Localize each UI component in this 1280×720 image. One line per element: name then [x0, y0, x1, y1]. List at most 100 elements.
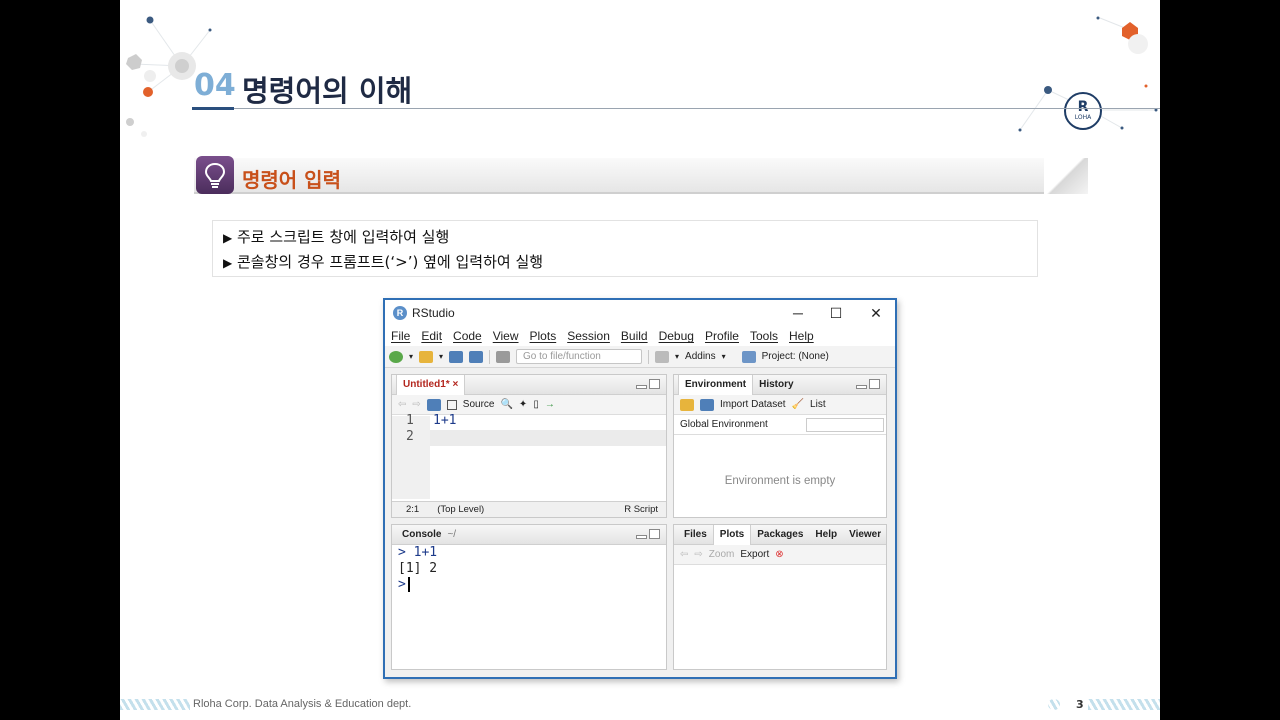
- bullet-item: ▶ 주로 스크립트 창에 입력하여 실행: [223, 225, 1027, 250]
- addins-button[interactable]: Addins: [685, 351, 716, 362]
- global-environment-selector[interactable]: Global Environment: [680, 419, 768, 430]
- environment-scope-bar: Global Environment: [674, 415, 886, 435]
- title-divider: [192, 108, 1160, 109]
- minimize-icon[interactable]: ─: [789, 304, 807, 322]
- lightbulb-icon: [196, 156, 234, 194]
- maximize-icon[interactable]: ☐: [827, 304, 845, 322]
- rstudio-icon: R: [393, 306, 407, 320]
- search-icon[interactable]: 🔍: [500, 399, 512, 410]
- import-dataset-button[interactable]: Import Dataset: [720, 399, 786, 410]
- pane-controls[interactable]: [636, 379, 660, 389]
- export-button[interactable]: Export: [740, 549, 769, 560]
- pane-controls[interactable]: [636, 529, 660, 539]
- scope-selector[interactable]: (Top Level): [437, 504, 484, 515]
- list-view-button[interactable]: List: [810, 399, 826, 410]
- tab-environment[interactable]: Environment: [678, 374, 754, 395]
- bullet-box: ▶ 주로 스크립트 창에 입력하여 실행 ▶ 콘솔창의 경우 프롬프트(‘>’) 옆…: [212, 220, 1038, 277]
- slide-title-number: 04: [194, 68, 236, 103]
- save-icon[interactable]: [426, 398, 441, 411]
- tab-files[interactable]: Files: [678, 525, 713, 545]
- save-icon[interactable]: [700, 398, 714, 411]
- open-folder-icon[interactable]: [680, 398, 694, 411]
- file-type-selector[interactable]: R Script: [624, 504, 658, 515]
- tab-help[interactable]: Help: [809, 525, 843, 545]
- menu-plots[interactable]: Plots: [530, 329, 557, 343]
- menu-help[interactable]: Help: [789, 329, 814, 343]
- editor-statusbar: 2:1 (Top Level) R Script: [392, 501, 666, 517]
- open-folder-icon[interactable]: [419, 350, 434, 363]
- window-titlebar: R RStudio ─ ☐ ✕: [385, 300, 895, 326]
- console-pane: Console ~/ > 1+1 [1] 2 >: [391, 524, 667, 670]
- compile-icon[interactable]: ▯: [533, 399, 539, 410]
- grid-layout-icon[interactable]: [655, 350, 670, 363]
- wand-icon[interactable]: ✦: [519, 399, 527, 410]
- tab-console[interactable]: Console: [396, 525, 447, 545]
- console-input-line[interactable]: >: [398, 577, 410, 592]
- menu-profile[interactable]: Profile: [705, 329, 739, 343]
- project-menu[interactable]: Project: (None): [762, 351, 829, 362]
- source-pane: Untitled1* × ⇦ ⇨ Source 🔍 ✦ ▯ → 1 2 1+1 …: [391, 374, 667, 518]
- menu-build[interactable]: Build: [621, 329, 648, 343]
- source-on-save-checkbox[interactable]: [446, 399, 457, 410]
- slide: R LOHA 04 명령어의 이해 명령어 입력 ▶ 주로 스크립트 창에 입력하…: [120, 0, 1160, 720]
- line-number: 2: [406, 429, 414, 444]
- code-line[interactable]: 1+1: [433, 413, 456, 428]
- menu-tools[interactable]: Tools: [750, 329, 778, 343]
- run-icon[interactable]: →: [545, 399, 555, 410]
- toolbar-separator: [648, 349, 650, 364]
- console-line: [1] 2: [398, 561, 438, 576]
- environment-pane-header: Environment History: [674, 374, 886, 395]
- footer-text: Rloha Corp. Data Analysis & Education de…: [193, 698, 412, 710]
- bullet-item: ▶ 콘솔창의 경우 프롬프트(‘>’) 옆에 입력하여 실행: [223, 250, 1027, 275]
- environment-pane: Environment History Import Dataset 🧹 Lis…: [673, 374, 887, 518]
- new-file-icon[interactable]: [389, 350, 403, 363]
- current-line-highlight: [430, 430, 666, 446]
- menu-view[interactable]: View: [493, 329, 519, 343]
- tab-history[interactable]: History: [753, 375, 799, 395]
- environment-empty-message: Environment is empty: [724, 475, 836, 487]
- broom-icon[interactable]: 🧹: [792, 399, 804, 410]
- undo-icon[interactable]: ⇦: [398, 399, 406, 410]
- toolbar-separator: [489, 349, 491, 364]
- remove-plot-icon[interactable]: ⊗: [775, 549, 783, 560]
- project-icon: [741, 350, 756, 363]
- section-title: 명령어 입력: [242, 168, 341, 192]
- tab-packages[interactable]: Packages: [751, 525, 809, 545]
- slide-title: 명령어의 이해: [242, 74, 413, 108]
- menu-edit[interactable]: Edit: [421, 329, 442, 343]
- console-path: ~/: [447, 529, 457, 540]
- footer-stripe-right: [1088, 699, 1160, 710]
- menu-session[interactable]: Session: [567, 329, 610, 343]
- chevron-down-icon[interactable]: ▾: [409, 352, 413, 361]
- rstudio-window: R RStudio ─ ☐ ✕ File Edit Code View Plot…: [383, 298, 897, 679]
- plots-toolbar: ⇦ ⇨ Zoom Export ⊗: [674, 545, 886, 565]
- source-toolbar: ⇦ ⇨ Source 🔍 ✦ ▯ →: [392, 395, 666, 415]
- chevron-down-icon[interactable]: ▾: [722, 352, 726, 361]
- zoom-button[interactable]: Zoom: [709, 549, 735, 560]
- back-arrow-icon[interactable]: ⇦: [680, 549, 688, 560]
- tab-untitled1[interactable]: Untitled1* ×: [396, 374, 466, 395]
- pane-controls[interactable]: [856, 379, 880, 389]
- print-icon[interactable]: [496, 350, 511, 363]
- cursor-position: 2:1: [406, 504, 420, 515]
- line-number: 1: [406, 413, 414, 428]
- environment-toolbar: Import Dataset 🧹 List: [674, 395, 886, 415]
- rloha-logo: R LOHA: [1064, 92, 1102, 130]
- forward-arrow-icon[interactable]: ⇨: [694, 549, 702, 560]
- save-icon[interactable]: [449, 350, 464, 363]
- save-all-icon[interactable]: [469, 350, 484, 363]
- redo-icon[interactable]: ⇨: [412, 399, 420, 410]
- footer-dot: [1048, 699, 1060, 710]
- triangle-bullet-icon: ▶: [223, 231, 233, 245]
- tab-plots[interactable]: Plots: [712, 524, 752, 545]
- main-toolbar: ▾ ▾ Go to file/function ▾ Addins ▾ Proje…: [385, 346, 895, 368]
- chevron-down-icon[interactable]: ▾: [675, 352, 679, 361]
- close-icon[interactable]: ✕: [867, 304, 885, 322]
- tab-viewer[interactable]: Viewer: [843, 525, 887, 545]
- menu-debug[interactable]: Debug: [659, 329, 694, 343]
- menu-file[interactable]: File: [391, 329, 410, 343]
- environment-search-input[interactable]: [806, 417, 884, 432]
- menu-code[interactable]: Code: [453, 329, 482, 343]
- goto-file-input[interactable]: Go to file/function: [516, 349, 643, 364]
- chevron-down-icon[interactable]: ▾: [439, 352, 443, 361]
